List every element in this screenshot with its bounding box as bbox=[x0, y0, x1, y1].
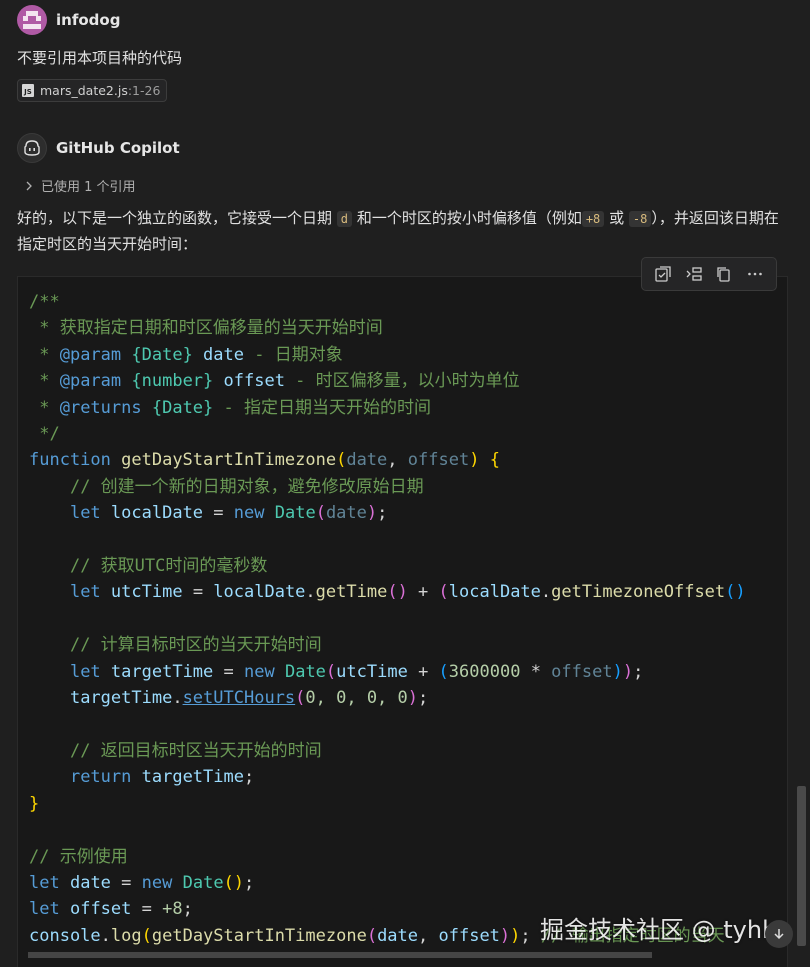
code-token: offset bbox=[213, 371, 285, 392]
watermark: 掘金技术社区 @ tyhh bbox=[540, 916, 778, 944]
code-token: utcTime bbox=[110, 582, 183, 603]
inline-code: d bbox=[336, 211, 353, 227]
intro-text: 或 bbox=[609, 209, 625, 227]
code-token: // 创建一个新的日期对象，避免修改原始日期 bbox=[69, 476, 424, 497]
code-token: let bbox=[69, 503, 101, 524]
code-token: 3600000 bbox=[448, 661, 521, 682]
insert-icon bbox=[686, 267, 702, 281]
apply-in-editor-button[interactable] bbox=[651, 262, 675, 286]
copy-icon bbox=[717, 267, 730, 282]
code-toolbar bbox=[641, 257, 777, 291]
scroll-down-button[interactable] bbox=[765, 920, 793, 948]
code-token: */ bbox=[29, 424, 60, 445]
code-link[interactable]: setUTCHours bbox=[183, 688, 296, 708]
code-token: date bbox=[377, 925, 419, 946]
code-token: {number} bbox=[131, 371, 214, 392]
vertical-scrollbar[interactable] bbox=[797, 786, 806, 946]
user-name: infodog bbox=[56, 11, 121, 29]
attachment-chip[interactable]: JS mars_date2.js:1-26 bbox=[17, 79, 168, 102]
horizontal-scrollbar[interactable] bbox=[28, 952, 652, 958]
code-token: Date bbox=[284, 661, 326, 682]
code-token: {Date} bbox=[131, 344, 193, 365]
code-token: let bbox=[69, 582, 101, 603]
code-block: /** * 获取指定日期和时区偏移量的当天开始时间 * @param {Date… bbox=[17, 276, 788, 967]
references-toggle[interactable]: 已使用 1 个引用 bbox=[25, 176, 136, 195]
intro-text: 好的，以下是一个独立的函数，它接受一个日期 bbox=[17, 209, 333, 227]
code-token: // 示例使用 bbox=[29, 846, 128, 867]
assistant-name: GitHub Copilot bbox=[56, 139, 180, 157]
chevron-right-icon bbox=[26, 181, 32, 190]
code-token: getDayStartInTimezone bbox=[151, 925, 367, 946]
js-file-icon: JS bbox=[22, 84, 34, 97]
code-token: offset bbox=[69, 899, 132, 920]
copy-button[interactable] bbox=[712, 262, 736, 286]
user-avatar bbox=[17, 5, 47, 35]
code-token: return bbox=[69, 767, 132, 788]
code-token: targetTime bbox=[141, 767, 244, 788]
code-token: * bbox=[29, 344, 60, 365]
code-token: targetTime bbox=[110, 661, 214, 682]
code-token: date bbox=[346, 450, 388, 471]
code-token: offset bbox=[407, 450, 470, 471]
code-token: let bbox=[29, 899, 60, 920]
code-token: getTime bbox=[315, 582, 388, 603]
code-token: Date bbox=[274, 503, 316, 524]
inline-code: +8 bbox=[581, 211, 605, 227]
code-token: Date bbox=[182, 872, 224, 893]
code-token: offset bbox=[438, 925, 500, 946]
apply-icon bbox=[655, 266, 671, 282]
copilot-icon bbox=[17, 133, 47, 163]
insert-at-cursor-button[interactable] bbox=[682, 262, 706, 286]
code-token: getTimezoneOffset bbox=[551, 582, 726, 603]
code-token: @param bbox=[59, 344, 122, 365]
code-token: date bbox=[192, 344, 244, 365]
code-token: - 日期对象 bbox=[244, 344, 343, 365]
code-token: @returns bbox=[59, 397, 142, 418]
code-token: console bbox=[29, 925, 101, 946]
code-token: utcTime bbox=[336, 661, 408, 682]
code-token: new bbox=[233, 503, 265, 524]
code-token: let bbox=[69, 661, 101, 682]
code-token: // 返回目标时区当天开始的时间 bbox=[69, 740, 322, 761]
code-token: localDate bbox=[110, 503, 204, 524]
user-message: 不要引用本项目种的代码 bbox=[17, 49, 183, 67]
intro-text: 和一个时区的按小时偏移值（例如 bbox=[356, 209, 582, 227]
code-token: /** bbox=[29, 292, 60, 312]
code-token: date bbox=[325, 503, 367, 524]
code-token: localDate bbox=[213, 582, 306, 603]
code-token: @param bbox=[59, 371, 122, 392]
code-token: 0, 0, 0, 0 bbox=[305, 688, 408, 709]
code-token: - 时区偏移量，以小时为单位 bbox=[284, 371, 520, 392]
arrow-down-icon bbox=[774, 929, 784, 940]
code-token: * bbox=[29, 397, 60, 418]
code-token: offset bbox=[551, 661, 613, 682]
more-actions-button[interactable] bbox=[743, 262, 767, 286]
code-token: new bbox=[141, 872, 173, 893]
code-token: // 获取UTC时间的毫秒数 bbox=[69, 556, 268, 577]
attachment-range: :1-26 bbox=[127, 83, 161, 98]
code-token: date bbox=[69, 872, 111, 893]
code-token: // 计算目标时区的当天开始时间 bbox=[69, 635, 322, 656]
code-token: localDate bbox=[448, 582, 541, 603]
code-token: {Date} bbox=[151, 397, 214, 418]
response-text: 好的，以下是一个独立的函数，它接受一个日期 d 和一个时区的按小时偏移值（例如 +… bbox=[17, 206, 792, 257]
code-token: let bbox=[29, 872, 60, 893]
more-icon bbox=[747, 272, 762, 276]
code-token: * bbox=[29, 371, 60, 392]
code-token: * 获取指定日期和时区偏移量的当天开始时间 bbox=[29, 318, 383, 339]
code-token: function bbox=[29, 450, 111, 471]
code-token: +8 bbox=[162, 899, 183, 920]
references-label: 已使用 1 个引用 bbox=[41, 180, 136, 195]
inline-code: -8 bbox=[628, 211, 652, 227]
code-token: targetTime bbox=[69, 688, 173, 709]
code-token: - 指定日期当天开始的时间 bbox=[213, 397, 431, 418]
code-token: getDayStartInTimezone bbox=[121, 450, 337, 471]
attachment-filename: mars_date2.js bbox=[40, 83, 128, 98]
code-token: log bbox=[110, 925, 142, 946]
code-token: new bbox=[244, 661, 275, 682]
code-content: /** * 获取指定日期和时区偏移量的当天开始时间 * @param {Date… bbox=[29, 292, 746, 946]
